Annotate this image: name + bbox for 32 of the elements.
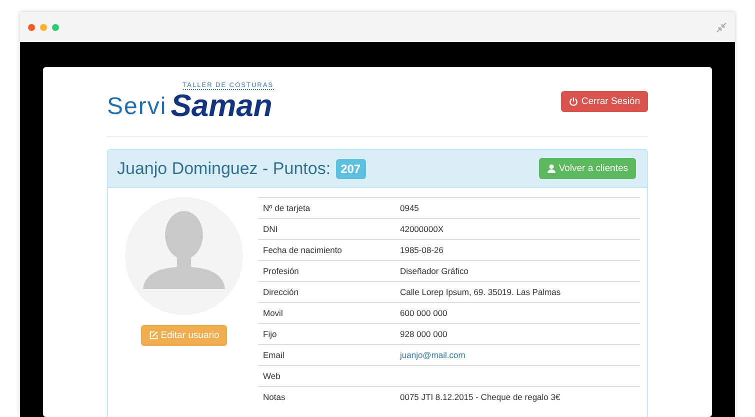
detail-value: Calle Lorep Ipsum, 69. 35019. Las Palmas <box>400 287 561 297</box>
detail-label: Nº de tarjeta <box>263 203 310 213</box>
edit-icon <box>148 331 158 340</box>
minimize-window-icon[interactable] <box>40 24 47 30</box>
panel-title: Juanjo Dominguez - Puntos: <box>117 158 331 178</box>
power-icon <box>569 97 578 106</box>
maximize-window-icon[interactable] <box>52 24 59 30</box>
back-to-clients-button[interactable]: Volver a clientes <box>538 158 636 179</box>
detail-label: Fijo <box>263 329 277 339</box>
detail-label: Web <box>263 371 280 381</box>
detail-value: 0075 JTI 8.12.2015 - Cheque de regalo 3€ <box>400 392 560 402</box>
detail-label: Notas <box>263 392 286 402</box>
detail-label: Fecha de nacimiento <box>263 245 342 255</box>
logo-prefix: Servi <box>107 93 167 121</box>
detail-value: 600 000 000 <box>400 308 448 318</box>
detail-label: Profesión <box>263 266 299 276</box>
detail-value: Diseñador Gráfico <box>400 266 469 276</box>
detail-value: 0945 <box>400 203 419 213</box>
collapse-icon[interactable] <box>716 22 727 32</box>
points-badge: 207 <box>336 158 366 178</box>
detail-label: Email <box>263 350 284 360</box>
detail-label: DNI <box>263 224 278 234</box>
logout-button[interactable]: Cerrar Sesión <box>561 91 648 112</box>
user-icon <box>546 164 556 173</box>
close-window-icon[interactable] <box>28 24 35 30</box>
detail-value: 1985-08-26 <box>400 245 444 255</box>
detail-label: Dirección <box>263 287 298 297</box>
logo-name: Saman <box>170 90 272 121</box>
detail-label: Movil <box>263 308 283 318</box>
detail-value: 42000000X <box>400 224 444 234</box>
email-link[interactable]: juanjo@mail.com <box>400 350 466 360</box>
detail-value: 928 000 000 <box>400 329 448 339</box>
